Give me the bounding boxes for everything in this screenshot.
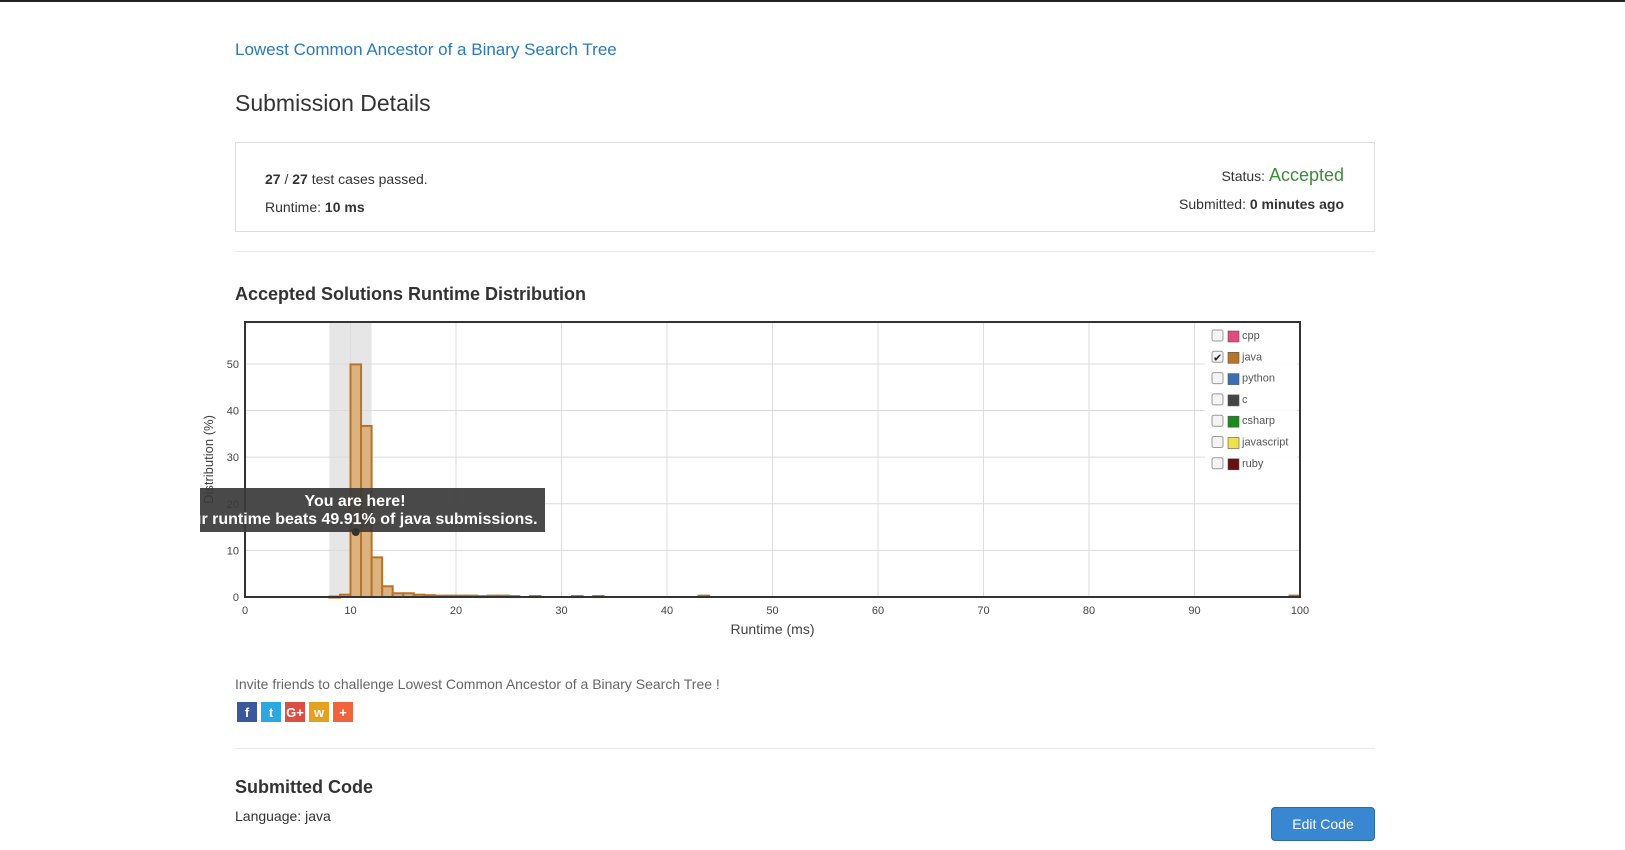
x-tick-label: 100: [1291, 605, 1309, 617]
submission-summary: 27 / 27 test cases passed. Runtime: 10 m…: [235, 142, 1375, 232]
legend-swatch-c: [1227, 394, 1240, 407]
x-tick-label: 50: [766, 605, 778, 617]
legend-swatch-csharp: [1227, 415, 1240, 428]
x-tick-label: 10: [344, 605, 356, 617]
runtime-value: 10 ms: [324, 199, 365, 215]
language-label: Language:: [235, 808, 306, 824]
bar-java: [349, 363, 363, 598]
legend-swatch-python: [1227, 373, 1240, 385]
x-tick-label: 60: [872, 605, 884, 617]
submitted-label: Submitted:: [1179, 196, 1250, 212]
x-tick-label: 90: [1188, 605, 1200, 617]
summary-right: Status: Accepted Submitted: 0 minutes ag…: [1179, 161, 1344, 218]
tooltip-pointer: [351, 528, 360, 536]
social-share-buttons: f t G+ w +: [237, 702, 353, 722]
status-label: Status:: [1221, 168, 1269, 184]
language-value: java: [305, 808, 331, 824]
runtime-distribution-chart: 010203040506070809010001020304050Runtime…: [165, 312, 1360, 672]
count-separator: /: [280, 171, 293, 187]
chart-svg: 010203040506070809010001020304050Runtime…: [165, 321, 1309, 637]
summary-left: 27 / 27 test cases passed. Runtime: 10 m…: [265, 165, 428, 221]
tooltip-text: Your runtime beats 49.91% of java submis…: [200, 511, 538, 528]
submitted-value: 0 minutes ago: [1249, 196, 1344, 212]
status-line: Status: Accepted: [1179, 161, 1344, 190]
bar-java: [370, 556, 384, 599]
y-tick-label: 30: [227, 452, 239, 464]
problem-title-link[interactable]: Lowest Common Ancestor of a Binary Searc…: [235, 40, 617, 60]
status-badge: Accepted: [1268, 165, 1344, 185]
divider: [235, 251, 1375, 252]
runtime-label: Runtime:: [265, 199, 325, 215]
legend-label-c: c: [1242, 394, 1248, 406]
legend-swatch-javascript: [1227, 437, 1240, 449]
total-count: 27: [292, 171, 308, 187]
x-axis-label: Runtime (ms): [730, 621, 814, 637]
page-title: Submission Details: [235, 90, 431, 116]
test-cases-line: 27 / 27 test cases passed.: [265, 165, 428, 193]
x-tick-label: 0: [242, 605, 248, 617]
legend-checkbox-ruby: [1211, 457, 1224, 470]
x-tick-label: 40: [661, 605, 673, 617]
y-tick-label: 40: [227, 406, 239, 418]
legend-label-ruby: ruby: [1242, 458, 1264, 470]
divider: [235, 748, 1375, 749]
share-more-icon[interactable]: +: [333, 702, 353, 722]
tooltip-title: You are here!: [304, 493, 405, 510]
legend-checkbox-cpp: [1211, 329, 1224, 342]
submitted-code-title: Submitted Code: [235, 777, 373, 797]
legend-swatch-cpp: [1227, 330, 1240, 343]
language-line: Language: java: [235, 808, 331, 824]
y-tick-label: 10: [227, 545, 239, 557]
y-tick-label: 50: [227, 359, 239, 371]
invite-text: Invite friends to challenge Lowest Commo…: [235, 676, 720, 692]
twitter-icon[interactable]: t: [261, 702, 281, 722]
top-border: [0, 0, 1625, 2]
x-tick-label: 20: [450, 605, 462, 617]
distribution-title: Accepted Solutions Runtime Distribution: [235, 284, 587, 304]
legend-label-python: python: [1242, 373, 1275, 385]
legend-swatch-ruby: [1227, 458, 1240, 471]
edit-code-button[interactable]: Edit Code: [1271, 807, 1375, 841]
y-tick-label: 0: [233, 592, 239, 604]
legend-checkbox-javascript: [1211, 436, 1224, 448]
legend-label-csharp: csharp: [1242, 415, 1275, 427]
facebook-icon[interactable]: f: [237, 702, 257, 722]
runtime-line: Runtime: 10 ms: [265, 193, 428, 221]
submitted-line: Submitted: 0 minutes ago: [1179, 190, 1344, 218]
legend-swatch-java: [1227, 351, 1240, 364]
legend-checkbox-python: [1211, 372, 1224, 385]
legend-label-javascript: javascript: [1241, 437, 1288, 449]
x-tick-label: 70: [977, 605, 989, 617]
google-plus-icon[interactable]: G+: [285, 702, 305, 722]
legend-label-java: java: [1241, 351, 1263, 363]
weibo-icon[interactable]: w: [309, 702, 329, 722]
passed-suffix: test cases passed.: [307, 171, 428, 187]
x-tick-label: 30: [555, 605, 567, 617]
legend-label-cpp: cpp: [1242, 330, 1260, 342]
legend-checkbox-c: [1211, 393, 1224, 406]
passed-count: 27: [265, 171, 281, 187]
legend-checkbox-csharp: [1211, 414, 1224, 427]
checkmark-icon: ✔: [1213, 351, 1222, 364]
x-tick-label: 80: [1083, 605, 1095, 617]
bar-java: [381, 585, 394, 599]
